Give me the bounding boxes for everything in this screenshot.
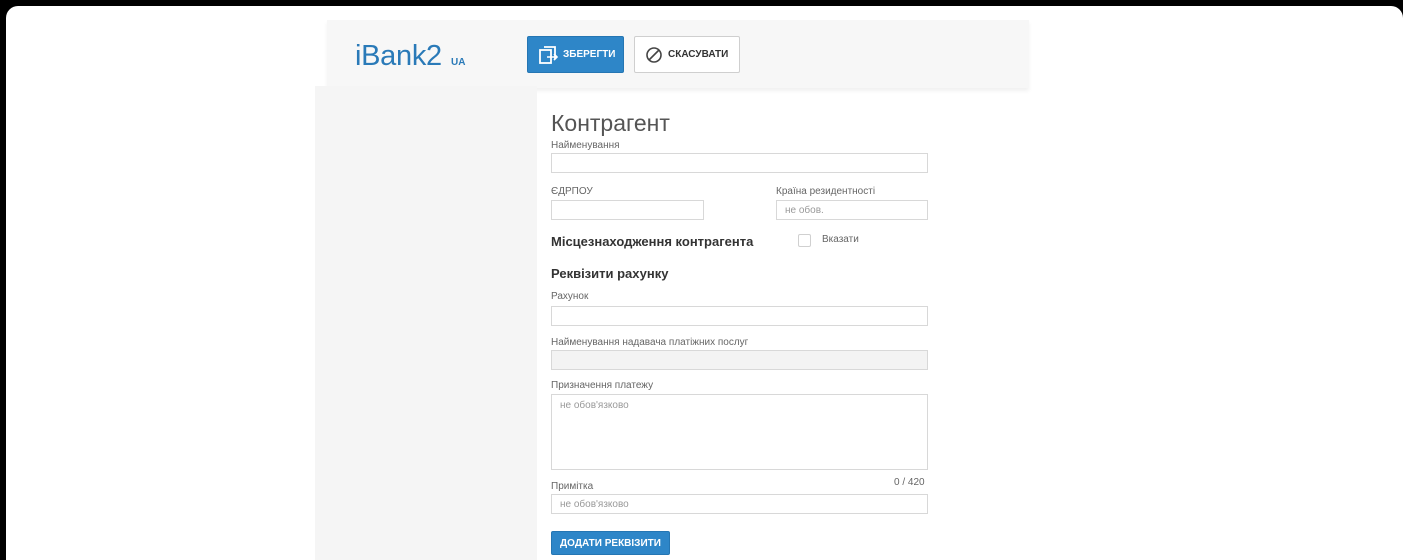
purpose-label: Призначення платежу xyxy=(551,380,654,391)
edrpou-label: ЄДРПОУ xyxy=(551,186,593,197)
name-label: Найменування xyxy=(551,140,620,151)
name-input[interactable] xyxy=(551,153,928,173)
purpose-char-counter: 0 / 420 xyxy=(894,477,925,488)
country-input[interactable]: не обов. xyxy=(776,200,928,220)
account-label: Рахунок xyxy=(551,291,589,302)
location-heading: Місцезнаходження контрагента xyxy=(551,234,754,249)
requisites-heading: Реквізити рахунку xyxy=(551,266,669,281)
provider-input xyxy=(551,350,928,370)
provider-label: Найменування надавача платіжних послуг xyxy=(551,337,749,348)
specify-checkbox[interactable] xyxy=(798,234,811,247)
specify-label: Вказати xyxy=(822,234,859,245)
purpose-textarea[interactable]: не обов'язково xyxy=(551,394,928,470)
note-label: Примітка xyxy=(551,481,594,492)
country-label: Країна резидентності xyxy=(776,186,876,197)
page-title: Контрагент xyxy=(551,110,670,136)
edrpou-input[interactable] xyxy=(551,200,704,220)
note-input[interactable]: не обов'язково xyxy=(551,494,928,514)
account-input[interactable] xyxy=(551,306,928,326)
counterparty-form: Контрагент Найменування ЄДРПОУ Країна ре… xyxy=(6,6,1403,560)
app-window: iBank2 UA ЗБЕРЕГТИ СКАСУВАТИ Контрагент … xyxy=(6,6,1403,560)
add-requisites-button[interactable]: ДОДАТИ РЕКВІЗИТИ xyxy=(551,531,670,555)
